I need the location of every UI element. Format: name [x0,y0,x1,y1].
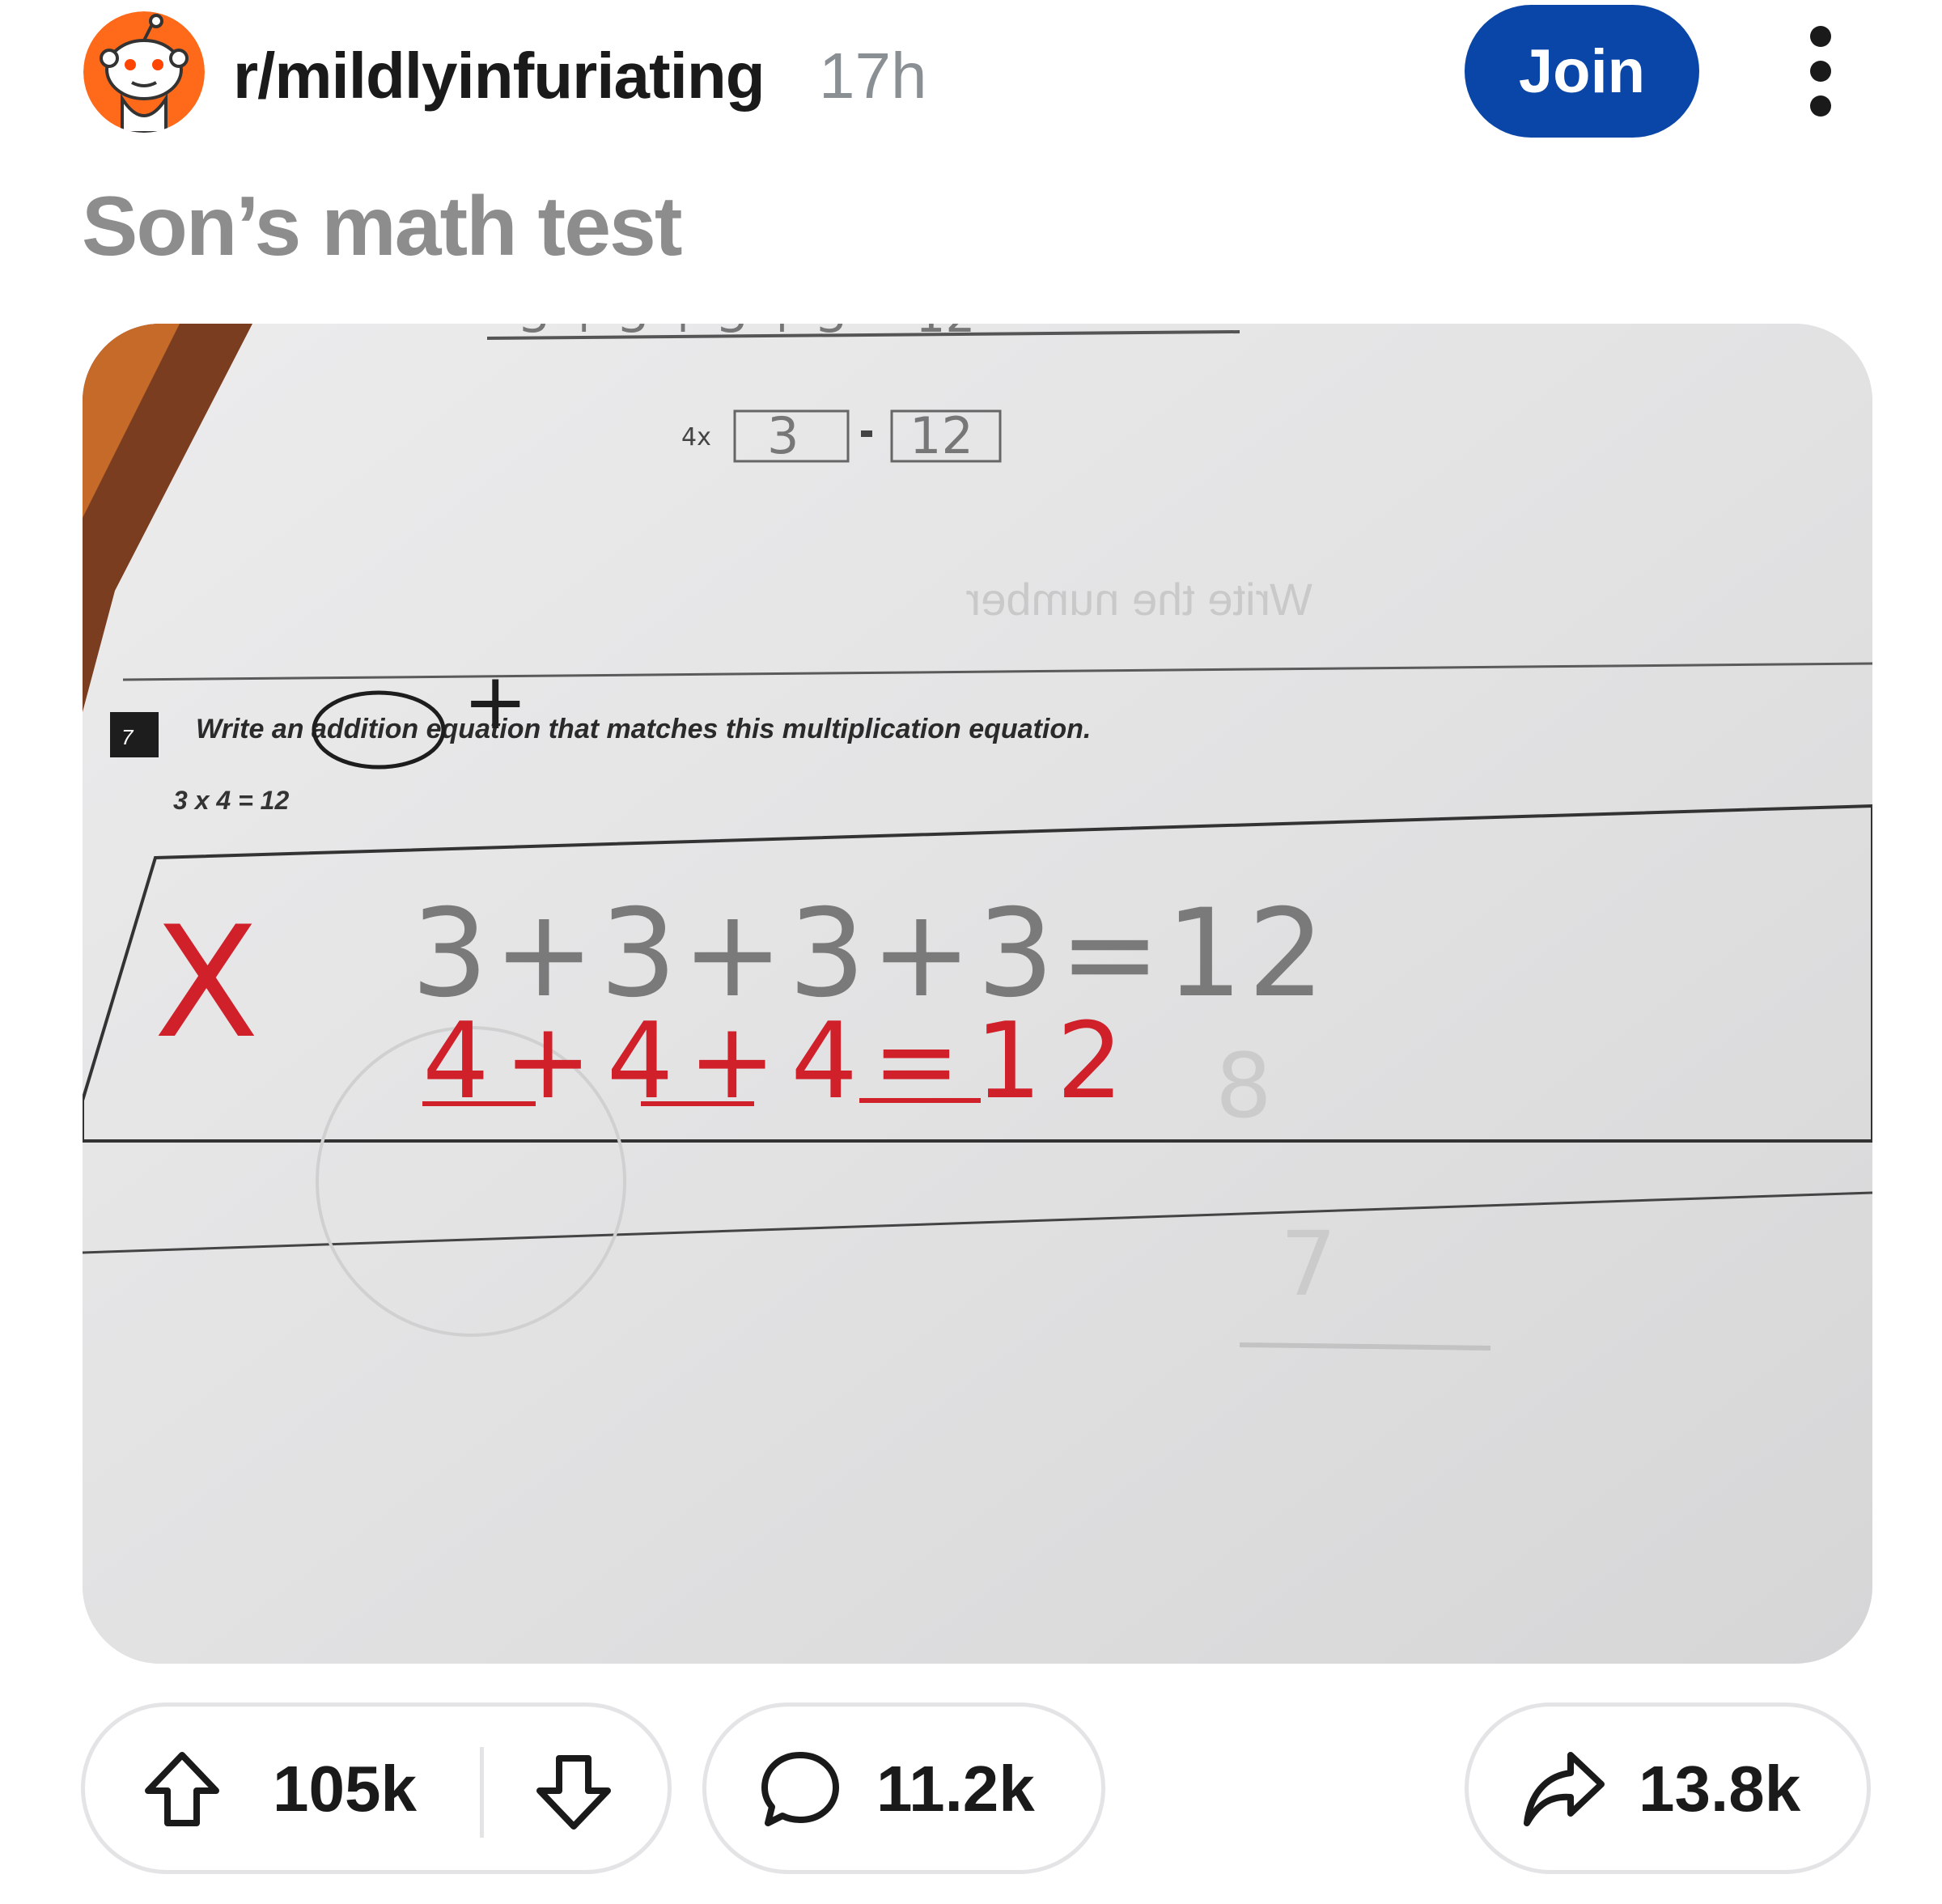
mirrored-text: Write the number [966,574,1312,625]
comment-icon-wrap [760,1749,841,1834]
join-button[interactable]: Join [1465,5,1699,138]
svg-text:3 + 3 + 3 + 3 = 12: 3 + 3 + 3 + 3 = 12 [519,324,975,343]
svg-text:Write an addition equation tha: Write an addition equation that matches … [196,714,1091,744]
vote-divider [480,1747,484,1838]
downvote-button[interactable] [533,1752,614,1837]
svg-text:7: 7 [121,725,134,749]
post-image[interactable]: Write the number 3 + 3 + 3 + 3 = 12 4x 3… [83,324,1872,1664]
post-age: 17h [819,40,927,112]
more-vertical-icon [1810,26,1831,47]
comments-button[interactable]: 11.2k [702,1703,1105,1874]
vote-pill: 105k [81,1703,672,1874]
svg-text:+: + [463,656,528,747]
more-options-button[interactable] [1788,26,1853,117]
downvote-arrow-icon [536,1755,611,1830]
svg-text:7: 7 [1280,1212,1337,1316]
comment-bubble-icon [761,1752,839,1826]
subreddit-name[interactable]: r/mildlyinfuriating [233,37,765,115]
share-icon-wrap [1522,1749,1606,1834]
question-number-badge [110,712,159,757]
reddit-snoo-icon [83,11,205,133]
svg-text:4x: 4x [681,423,711,452]
upvote-button[interactable] [142,1749,223,1834]
comment-count: 11.2k [876,1753,1035,1825]
share-count: 13.8k [1639,1753,1801,1825]
svg-text:3 x 4 = 12: 3 x 4 = 12 [173,786,289,815]
share-button[interactable]: 13.8k [1465,1703,1871,1874]
post-title: Son’s math test [82,180,683,274]
svg-text:12: 12 [910,406,973,465]
share-arrow-icon [1524,1752,1605,1826]
post-action-bar: 105k 11.2k 13.8k [0,1703,1942,1881]
svg-text:8: 8 [1215,1034,1272,1138]
teacher-x-mark: X [154,893,259,1072]
upvote-count: 105k [273,1753,417,1825]
worksheet-photo: Write the number 3 + 3 + 3 + 3 = 12 4x 3… [83,324,1872,1664]
svg-text:3: 3 [767,406,799,465]
upvote-arrow-icon [145,1752,219,1826]
post-header: r/mildlyinfuriating 17h Join [0,0,1942,162]
subreddit-avatar[interactable] [83,11,205,133]
